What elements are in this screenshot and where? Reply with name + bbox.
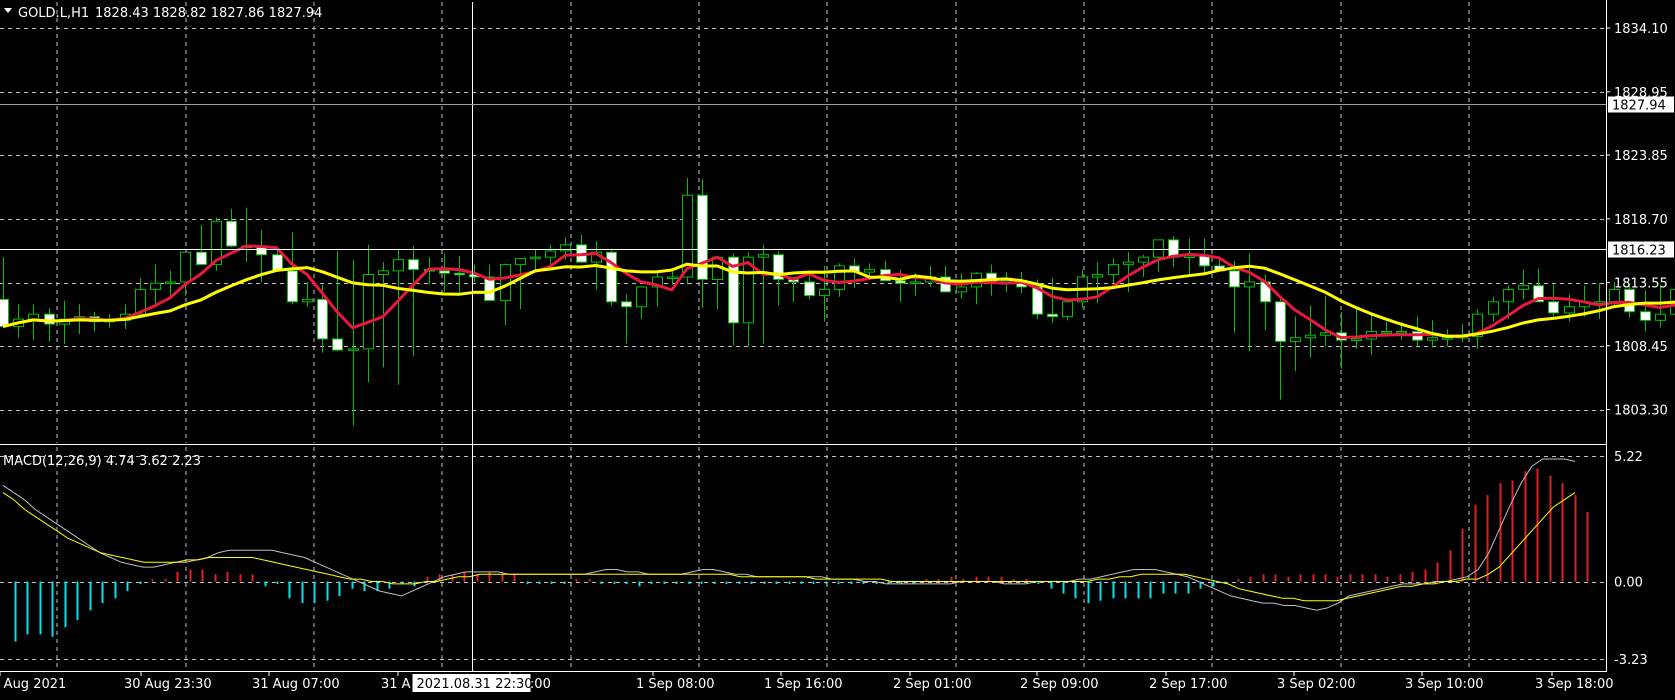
candle-body — [28, 313, 39, 320]
candle-body — [1503, 288, 1514, 303]
symbol-label: GOLD.L,H1 — [18, 6, 89, 21]
candle-body — [408, 259, 419, 271]
candle-body — [44, 313, 55, 325]
time-tick-label: 2 Sep 01:00 — [893, 677, 972, 692]
candle-body — [150, 282, 161, 290]
candle-body — [1062, 301, 1073, 318]
time-tick-label: 2 Sep 17:00 — [1149, 677, 1228, 692]
candle-body — [667, 276, 678, 280]
candle-body — [1655, 313, 1666, 321]
candle-body — [1153, 239, 1164, 258]
candle-body — [1518, 285, 1529, 290]
candle-body — [1396, 331, 1407, 334]
candle-body — [1229, 270, 1240, 288]
candle-body — [317, 298, 328, 340]
candle-body — [1564, 306, 1575, 314]
price-tick-label: 1823.85 — [1614, 149, 1668, 164]
candle-body — [545, 250, 556, 258]
macd-label: MACD(12,26,9) 4.74 3.62 2.23 — [3, 454, 201, 469]
candle-body — [302, 298, 313, 303]
price-tick-label: 1818.70 — [1614, 213, 1668, 228]
macd-tick-label: -3.23 — [1614, 653, 1648, 668]
candle-body — [226, 220, 237, 247]
candle-body — [636, 286, 647, 308]
candle-body — [1108, 264, 1119, 276]
candle-body — [1427, 337, 1438, 341]
time-tick-label: 1 Sep 08:00 — [636, 677, 715, 692]
candle-body — [332, 338, 343, 351]
candle-body — [758, 254, 769, 258]
candle-body — [560, 244, 571, 252]
candle-body — [287, 270, 298, 303]
candle-body — [819, 288, 830, 297]
ohlc-label: 1828.43 1828.82 1827.86 1827.94 — [95, 6, 322, 21]
candle-body — [454, 272, 465, 276]
candle-body — [1290, 337, 1301, 342]
trading-chart[interactable]: 1834.101828.951823.851818.701813.551808.… — [0, 0, 1675, 700]
candle-body — [1381, 331, 1392, 334]
time-tick-label: 3 Sep 18:00 — [1535, 677, 1614, 692]
candle-body — [1442, 337, 1453, 340]
price-tick-label: 1803.30 — [1614, 404, 1668, 419]
candle-body — [621, 301, 632, 308]
time-tick-label: 31 A — [381, 677, 411, 692]
candle-body — [1275, 301, 1286, 342]
candle-body — [515, 257, 526, 266]
time-tick-label: 3 Sep 02:00 — [1277, 677, 1356, 692]
macd-tick-label: 5.22 — [1614, 450, 1643, 465]
candle-body — [0, 298, 9, 328]
time-tick-label: 30 Aug 23:30 — [124, 677, 212, 692]
candle-body — [956, 286, 967, 293]
candle-body — [393, 259, 404, 272]
candle-body — [530, 256, 541, 260]
candle-body — [1488, 301, 1499, 315]
candle-body — [1123, 261, 1134, 266]
candle-body — [1047, 313, 1058, 318]
price-tick-label: 1834.10 — [1614, 22, 1668, 37]
candle-body — [834, 265, 845, 290]
candle-body — [1640, 311, 1651, 321]
candle-body — [1244, 281, 1255, 288]
candle-body — [1305, 334, 1316, 339]
macd-tick-label: 0.00 — [1614, 576, 1643, 591]
candle-body — [196, 251, 207, 266]
candle-body — [1548, 301, 1559, 314]
candle-body — [910, 281, 921, 284]
crosshair-price-label: 1816.23 — [1612, 244, 1666, 259]
candle-body — [378, 270, 389, 276]
time-tick-label: 1 Sep 16:00 — [764, 677, 843, 692]
candle-body — [804, 281, 815, 297]
candle-body — [1624, 288, 1635, 313]
current-price-label: 1827.94 — [1612, 99, 1666, 114]
time-tick-label: 31 Aug 07:00 — [252, 677, 340, 692]
time-tick-label: 2 Sep 09:00 — [1020, 677, 1099, 692]
candle-body — [1092, 274, 1103, 278]
price-tick-label: 1813.55 — [1614, 277, 1668, 292]
time-tick-label: 3 Sep 10:00 — [1405, 677, 1484, 692]
candle-body — [1138, 256, 1149, 263]
candle-body — [272, 254, 283, 272]
price-tick-label: 1808.45 — [1614, 340, 1668, 355]
candle-body — [165, 281, 176, 284]
candle-body — [348, 348, 359, 351]
candle-body — [1351, 338, 1362, 341]
time-tick-label: 30 Aug 2021 — [0, 677, 66, 692]
candle-body — [895, 280, 906, 284]
candle-body — [439, 270, 450, 274]
crosshair-time-label: 2021.08.31 22:30 — [417, 677, 533, 692]
candle-body — [180, 251, 191, 283]
candle-body — [864, 269, 875, 273]
